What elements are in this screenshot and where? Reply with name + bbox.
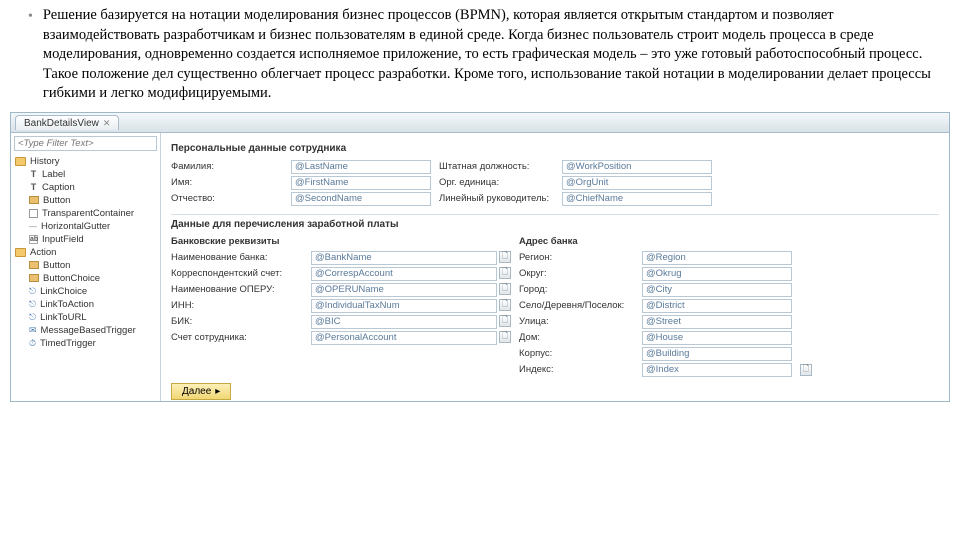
bullet-text: Решение базируется на нотации моделирова… [43,6,932,104]
field-input[interactable] [562,176,712,190]
button-icon [29,274,39,282]
button-icon [29,196,39,204]
personal-grid: Фамилия: Штатная должность: Имя: Орг. ед… [171,160,939,206]
tree-item-linktourl[interactable]: ⎋LinkToURL [13,311,158,324]
field-label: Имя: [171,177,283,188]
tree-item-caption[interactable]: TCaption [13,181,158,194]
field-input[interactable] [642,363,792,377]
input-icon: ab [29,235,38,244]
field-label: Счет сотрудника: [171,332,303,343]
field-label: Улица: [519,316,634,327]
field-input[interactable] [311,331,497,345]
link-icon: ⎋ [29,312,36,323]
field-label: Наименование ОПЕРУ: [171,284,303,295]
field-input[interactable] [642,347,792,361]
field-label: Наименование банка: [171,252,303,263]
picker-button[interactable]: 🗋 [499,251,511,263]
field-label: Село/Деревня/Поселок: [519,300,634,311]
tree-item-label[interactable]: TLabel [13,168,158,181]
timer-icon: ⏱ [29,338,36,349]
tree-item-timedtrigger[interactable]: ⏱TimedTrigger [13,337,158,350]
folder-icon [15,157,26,166]
tree-item-linktoaction[interactable]: ⎋LinkToAction [13,298,158,311]
picker-button[interactable]: 🗋 [499,299,511,311]
field-input[interactable] [291,160,431,174]
tree-item-horizontalgutter[interactable]: —HorizontalGutter [13,220,158,233]
bullet-marker: • [28,6,33,104]
container-icon [29,209,38,218]
chevron-right-icon: ▸ [215,386,220,397]
tree-item-button[interactable]: Button [13,194,158,207]
folder-icon [15,248,26,257]
form-panel: Персональные данные сотрудника Фамилия: … [161,133,949,401]
field-label: Линейный руководитель: [439,193,554,204]
field-label: Отчество: [171,193,283,204]
field-input[interactable] [642,283,792,297]
tree-folder-history[interactable]: History [13,155,158,168]
link-icon: ⎋ [29,299,36,310]
tree-item-transparentcontainer[interactable]: TransparentContainer [13,207,158,220]
field-input[interactable] [311,299,497,313]
field-label: Корреспондентский счет: [171,268,303,279]
subheading-address: Адрес банка [519,236,634,247]
field-input[interactable] [311,283,497,297]
titlebar: BankDetailsView ✕ [11,113,949,133]
field-label: Город: [519,284,634,295]
tab-bankdetailsview[interactable]: BankDetailsView ✕ [15,115,119,130]
field-label: Корпус: [519,348,634,359]
field-label: Орг. единица: [439,177,554,188]
field-input[interactable] [291,176,431,190]
picker-button[interactable]: 🗋 [499,331,511,343]
field-label: ИНН: [171,300,303,311]
field-input[interactable] [562,192,712,206]
field-input[interactable] [562,160,712,174]
field-input[interactable] [311,315,497,329]
trigger-icon: ✉ [29,325,37,336]
tree-folder-action[interactable]: Action [13,246,158,259]
filter-input[interactable] [14,136,157,151]
field-label: Дом: [519,332,634,343]
tree-item-inputfield[interactable]: abInputField [13,233,158,246]
field-input[interactable] [642,299,792,313]
component-tree: History TLabel TCaption Button Transpare… [11,154,160,401]
link-icon: ⎋ [29,286,36,297]
field-input[interactable] [642,251,792,265]
text-icon: T [29,169,38,179]
next-button[interactable]: Далее▸ [171,383,231,400]
tree-item-linkchoice[interactable]: ⎋LinkChoice [13,285,158,298]
field-label: Штатная должность: [439,161,554,172]
divider [171,214,939,215]
tab-label: BankDetailsView [24,118,99,129]
sidebar: History TLabel TCaption Button Transpare… [11,133,161,401]
field-input[interactable] [311,251,497,265]
picker-button[interactable]: 🗋 [499,315,511,327]
text-icon: T [29,182,38,192]
button-icon [29,261,39,269]
field-input[interactable] [291,192,431,206]
field-input[interactable] [642,267,792,281]
section-title-personal: Персональные данные сотрудника [171,143,939,154]
bank-grid: Банковские реквизиты Адрес банка [171,236,939,251]
tree-item-messagebasedtrigger[interactable]: ✉MessageBasedTrigger [13,324,158,337]
picker-button[interactable]: 🗋 [499,283,511,295]
filter-box [14,136,157,151]
field-input[interactable] [642,331,792,345]
section-title-salary: Данные для перечисления заработной платы [171,219,939,230]
field-input[interactable] [311,267,497,281]
gutter-icon: — [29,222,37,231]
app-window: BankDetailsView ✕ History TLabel TCaptio… [10,112,950,402]
field-label: Регион: [519,252,634,263]
tree-item-action-button[interactable]: Button [13,259,158,272]
picker-button[interactable]: 🗋 [800,364,812,376]
close-icon[interactable]: ✕ [103,118,111,129]
field-label: Индекс: [519,364,634,375]
field-label: Округ: [519,268,634,279]
field-input[interactable] [642,315,792,329]
field-label: Фамилия: [171,161,283,172]
picker-button[interactable]: 🗋 [499,267,511,279]
subheading-bank: Банковские реквизиты [171,236,303,247]
tree-item-buttonchoice[interactable]: ButtonChoice [13,272,158,285]
bank-fields: Наименование банка: 🗋 Регион: Корреспонд… [171,251,939,377]
field-label: БИК: [171,316,303,327]
